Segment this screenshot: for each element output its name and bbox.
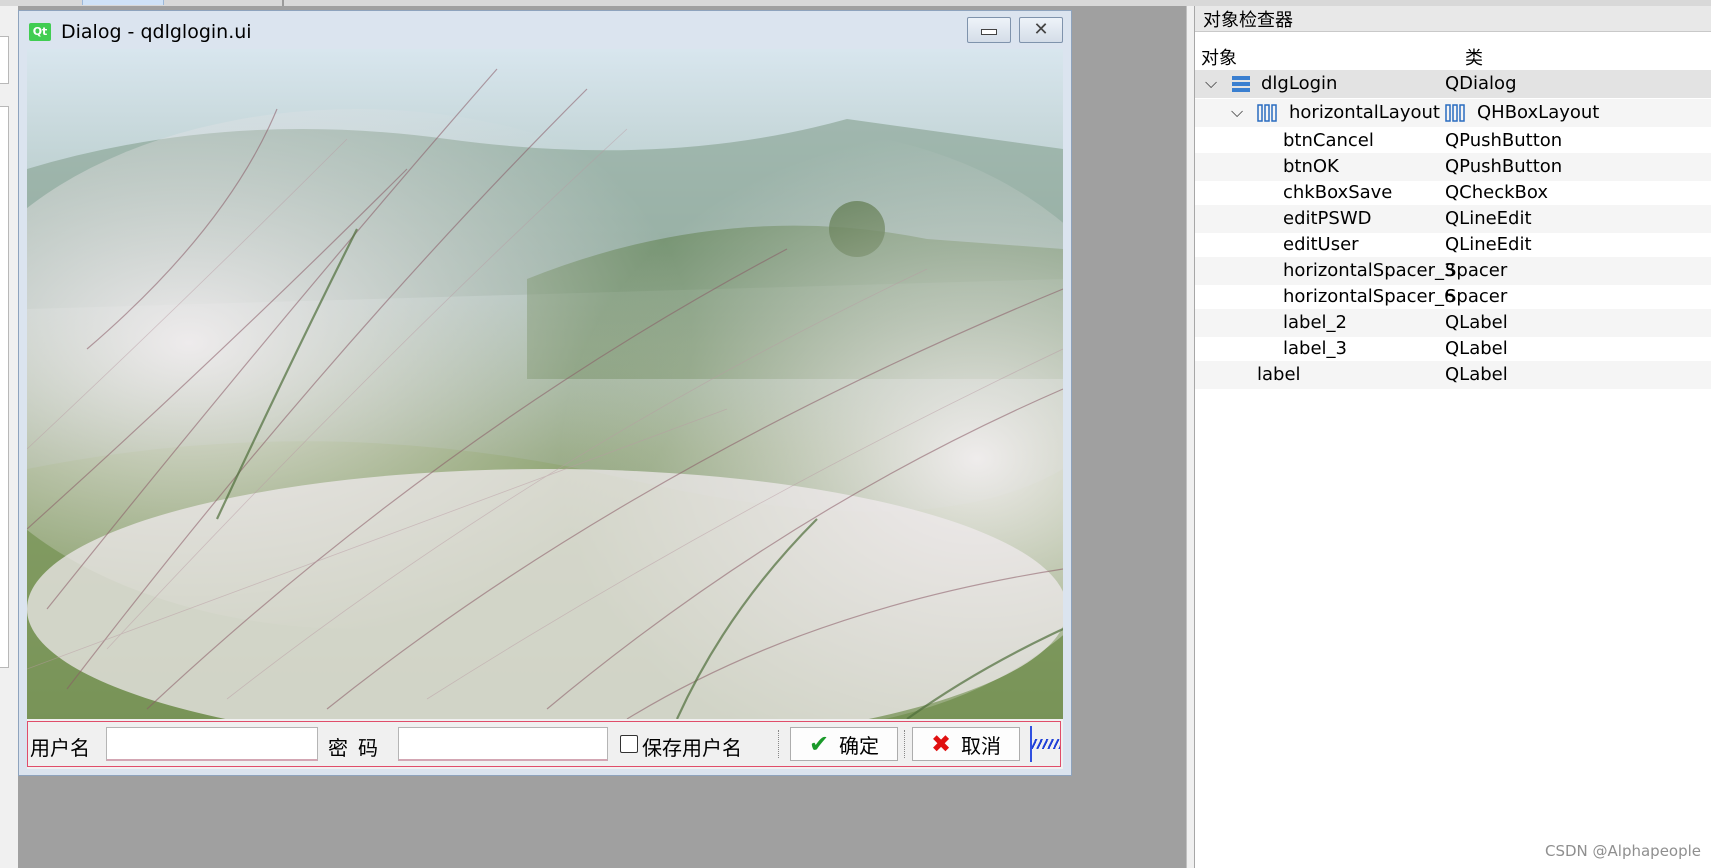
- reed-grass-photo: [27, 49, 1063, 719]
- username-input[interactable]: [106, 727, 318, 761]
- password-input[interactable]: [398, 727, 608, 761]
- chevron-down-icon[interactable]: ⌵: [1205, 73, 1223, 93]
- tree-row[interactable]: horizontalSpacer_6 Spacer: [1195, 283, 1711, 311]
- minimize-button[interactable]: [967, 17, 1011, 43]
- save-username-checkbox[interactable]: [620, 735, 638, 753]
- tree-row[interactable]: label_2 QLabel: [1195, 309, 1711, 337]
- tree-row-class: QLabel: [1445, 338, 1508, 359]
- active-tab[interactable]: [82, 0, 164, 5]
- close-icon: ✕: [1033, 19, 1049, 40]
- tree-row-class: Spacer: [1445, 260, 1508, 281]
- horizontal-spacer[interactable]: [1030, 726, 1060, 762]
- left-widget-panel: [0, 106, 9, 668]
- red-x-icon: ✖: [930, 730, 952, 758]
- tree-row[interactable]: btnOK QPushButton: [1195, 153, 1711, 181]
- object-inspector-header: 对象 类: [1195, 40, 1711, 69]
- spacer-marker: [904, 730, 907, 758]
- tree-row-class: QPushButton: [1445, 156, 1563, 177]
- horizontal-layout-bar: 用户名 密码 保存用户名 ✔ 确定 ✖ 取消: [27, 721, 1061, 767]
- object-inspector-title: 对象检查器: [1195, 6, 1711, 32]
- left-dock-edge: [0, 6, 19, 868]
- background-photo-label[interactable]: [27, 49, 1063, 719]
- tree-row[interactable]: ⌵ horizontalLayout QHBoxLayout: [1195, 99, 1711, 127]
- username-label: 用户名: [30, 736, 90, 760]
- form-window-titlebar[interactable]: Qt Dialog - qdlglogin.ui ✕: [19, 11, 1071, 49]
- tree-row-name: editUser: [1283, 234, 1359, 255]
- tree-row[interactable]: horizontalSpacer_3 Spacer: [1195, 257, 1711, 285]
- tree-row-name: dlgLogin: [1261, 73, 1338, 94]
- ok-button-label: 确定: [839, 733, 880, 758]
- tree-row-name: label_2: [1283, 312, 1347, 333]
- column-header-class[interactable]: 类: [1465, 44, 1483, 70]
- cancel-button[interactable]: ✖ 取消: [912, 727, 1020, 761]
- form-window[interactable]: Qt Dialog - qdlglogin.ui ✕ 用户名 密码 保存用户名 …: [18, 10, 1072, 776]
- tree-row-class: QLineEdit: [1445, 208, 1532, 229]
- spacer-marker: [778, 730, 781, 758]
- column-header-object[interactable]: 对象: [1201, 44, 1237, 70]
- tree-row-name: btnCancel: [1283, 130, 1374, 151]
- dialog-client-area: 用户名 密码 保存用户名 ✔ 确定 ✖ 取消: [27, 49, 1063, 769]
- tree-row-name: label_3: [1283, 338, 1347, 359]
- ok-button[interactable]: ✔ 确定: [790, 727, 898, 761]
- tree-row-class: QLabel: [1445, 312, 1508, 333]
- chevron-down-icon[interactable]: ⌵: [1231, 102, 1249, 122]
- tree-row[interactable]: ⌵ dlgLogin QDialog: [1195, 70, 1711, 98]
- tree-row-name: horizontalSpacer_3: [1283, 260, 1456, 281]
- object-inspector-panel: 对象检查器 对象 类 ⌵ dlgLogin QDialog ⌵ horizont…: [1194, 6, 1711, 868]
- tree-row-name: horizontalLayout: [1289, 102, 1440, 123]
- dialog-icon: [1232, 76, 1250, 92]
- tree-row[interactable]: editPSWD QLineEdit: [1195, 205, 1711, 233]
- qt-logo-icon: Qt: [29, 23, 51, 41]
- tree-row-name: label: [1257, 364, 1301, 385]
- hbox-layout-icon: [1445, 104, 1465, 122]
- tree-row[interactable]: chkBoxSave QCheckBox: [1195, 179, 1711, 207]
- cancel-button-label: 取消: [961, 733, 1002, 758]
- tree-row[interactable]: editUser QLineEdit: [1195, 231, 1711, 259]
- tree-row-class: QHBoxLayout: [1477, 102, 1600, 123]
- tree-row-class: QPushButton: [1445, 130, 1563, 151]
- minimize-icon: [981, 29, 997, 35]
- tree-row-name: horizontalSpacer_6: [1283, 286, 1456, 307]
- tree-row-class: QLabel: [1445, 364, 1508, 385]
- save-username-label[interactable]: 保存用户名: [642, 732, 742, 761]
- tree-row[interactable]: label QLabel: [1195, 361, 1711, 389]
- tree-row-class: QDialog: [1445, 73, 1517, 94]
- left-widget-box: [0, 36, 9, 84]
- tree-row-name: chkBoxSave: [1283, 182, 1393, 203]
- tree-row-class: QCheckBox: [1445, 182, 1548, 203]
- tree-row[interactable]: btnCancel QPushButton: [1195, 127, 1711, 155]
- checkmark-icon: ✔: [808, 730, 830, 758]
- tree-row-name: btnOK: [1283, 156, 1339, 177]
- close-button[interactable]: ✕: [1019, 17, 1063, 43]
- hbox-layout-icon: [1257, 104, 1277, 122]
- password-label: 密码: [328, 736, 388, 760]
- tree-row-name: editPSWD: [1283, 208, 1372, 229]
- tree-row[interactable]: label_3 QLabel: [1195, 335, 1711, 363]
- csdn-watermark: CSDN @Alphapeople: [1545, 842, 1702, 860]
- form-window-title: Dialog - qdlglogin.ui: [61, 21, 252, 43]
- tree-row-class: QLineEdit: [1445, 234, 1532, 255]
- tree-row-class: Spacer: [1445, 286, 1508, 307]
